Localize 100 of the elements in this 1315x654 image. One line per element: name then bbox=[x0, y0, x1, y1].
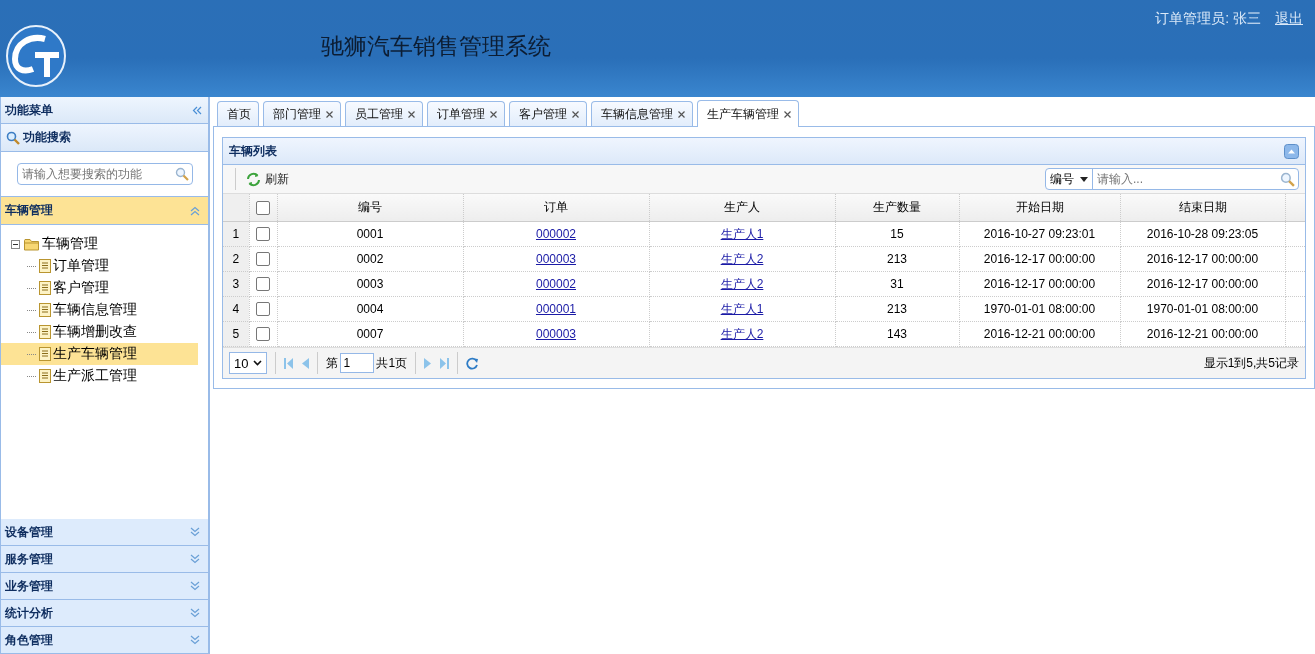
tab[interactable]: 生产车辆管理 bbox=[697, 100, 799, 127]
page-label: 第 bbox=[326, 354, 339, 372]
close-icon[interactable] bbox=[326, 110, 333, 118]
order-link[interactable]: 000002 bbox=[535, 277, 576, 291]
chevron-down-icon bbox=[190, 635, 200, 645]
producer-link[interactable]: 生产人1 bbox=[720, 301, 764, 316]
chevron-up-icon bbox=[190, 205, 200, 216]
page-size-select[interactable]: 10 bbox=[229, 352, 268, 374]
folder-icon bbox=[24, 237, 40, 251]
table-cell: 213 bbox=[835, 296, 959, 322]
order-link[interactable]: 000002 bbox=[535, 227, 576, 241]
column-header[interactable]: 编号 bbox=[277, 194, 463, 222]
table-cell: 2016-12-17 00:00:00 bbox=[959, 246, 1120, 272]
refresh-button[interactable]: 刷新 bbox=[244, 168, 291, 190]
order-link[interactable]: 000003 bbox=[535, 252, 576, 266]
producer-link[interactable]: 生产人2 bbox=[720, 251, 764, 266]
table-cell: 0007 bbox=[277, 321, 463, 347]
tree-item[interactable]: 车辆增删改查 bbox=[1, 321, 198, 343]
row-checkbox[interactable] bbox=[256, 327, 270, 342]
function-search-field[interactable]: 请输入想要搜索的功能 bbox=[16, 163, 193, 185]
tree-item[interactable]: 车辆管理 bbox=[1, 233, 198, 255]
row-number: 2 bbox=[223, 246, 249, 272]
table-cell: 2016-12-21 00:00:00 bbox=[959, 321, 1120, 347]
user-label: 订单管理员: 张三 bbox=[1155, 10, 1261, 28]
table-cell: 0001 bbox=[277, 221, 463, 247]
chevron-down-icon bbox=[190, 527, 200, 537]
accordion-header[interactable]: 统计分析 bbox=[1, 600, 208, 627]
search-icon[interactable] bbox=[1280, 171, 1295, 187]
table-cell: 15 bbox=[835, 221, 959, 247]
tree-item[interactable]: 车辆信息管理 bbox=[1, 299, 198, 321]
panel-title: 车辆列表 bbox=[229, 142, 277, 160]
chevron-down-icon bbox=[190, 554, 200, 564]
document-icon bbox=[39, 347, 51, 361]
table-cell: 0003 bbox=[277, 271, 463, 297]
tree-item[interactable]: 生产车辆管理 bbox=[1, 343, 198, 365]
order-link[interactable]: 000001 bbox=[535, 302, 576, 316]
search-section-title: 功能搜索 bbox=[23, 129, 71, 146]
row-number: 5 bbox=[223, 321, 249, 347]
column-header[interactable]: 生产数量 bbox=[835, 194, 959, 222]
producer-link[interactable]: 生产人2 bbox=[720, 326, 764, 341]
row-number: 4 bbox=[223, 296, 249, 322]
refresh-icon[interactable] bbox=[466, 356, 480, 370]
table-cell: 2016-12-17 00:00:00 bbox=[959, 271, 1120, 297]
page-number-field[interactable]: 1 bbox=[340, 353, 375, 373]
chevron-down-icon bbox=[190, 608, 200, 618]
row-checkbox[interactable] bbox=[256, 252, 270, 267]
sidebar-title: 功能菜单 bbox=[5, 101, 53, 119]
refresh-icon bbox=[246, 171, 261, 187]
chevron-down-icon bbox=[253, 360, 263, 366]
tab[interactable]: 订单管理 bbox=[427, 101, 505, 126]
grid-search-field[interactable]: 编号 请输入... bbox=[1045, 168, 1299, 190]
tab[interactable]: 车辆信息管理 bbox=[591, 101, 693, 126]
select-all-checkbox[interactable] bbox=[256, 200, 270, 215]
row-checkbox[interactable] bbox=[256, 302, 270, 317]
close-icon[interactable] bbox=[784, 110, 791, 118]
app-title: 驰狮汽车销售管理系统 bbox=[321, 33, 551, 61]
record-summary: 显示1到5,共5记录 bbox=[1203, 354, 1299, 372]
row-checkbox[interactable] bbox=[256, 277, 270, 292]
tab[interactable]: 部门管理 bbox=[263, 101, 341, 126]
close-icon[interactable] bbox=[572, 110, 579, 118]
document-icon bbox=[39, 303, 51, 317]
producer-link[interactable]: 生产人2 bbox=[720, 276, 764, 291]
logout-link[interactable]: 退出 bbox=[1275, 10, 1303, 28]
table-cell: 143 bbox=[835, 321, 959, 347]
search-icon bbox=[6, 130, 20, 145]
tab[interactable]: 员工管理 bbox=[345, 101, 423, 126]
producer-link[interactable]: 生产人1 bbox=[720, 226, 764, 241]
tab[interactable]: 首页 bbox=[217, 101, 259, 126]
column-header[interactable]: 开始日期 bbox=[959, 194, 1120, 222]
column-header[interactable]: 结束日期 bbox=[1120, 194, 1285, 222]
tree-item[interactable]: 客户管理 bbox=[1, 277, 198, 299]
table-cell: 0002 bbox=[277, 246, 463, 272]
accordion-header[interactable]: 车辆管理 bbox=[1, 197, 208, 225]
document-icon bbox=[39, 259, 51, 273]
logo-icon bbox=[5, 24, 67, 87]
accordion-header[interactable]: 设备管理 bbox=[1, 519, 208, 546]
table-cell: 31 bbox=[835, 271, 959, 297]
collapse-icon[interactable] bbox=[11, 239, 20, 249]
column-header[interactable]: 生产人 bbox=[649, 194, 835, 222]
row-checkbox[interactable] bbox=[256, 227, 270, 242]
accordion-header[interactable]: 服务管理 bbox=[1, 546, 208, 573]
chevron-down-icon bbox=[190, 581, 200, 591]
tree-item[interactable]: 生产派工管理 bbox=[1, 365, 198, 387]
accordion-header[interactable]: 业务管理 bbox=[1, 573, 208, 600]
close-icon[interactable] bbox=[678, 110, 685, 118]
page-count: 共1页 bbox=[376, 354, 408, 372]
column-header[interactable]: 订单 bbox=[463, 194, 649, 222]
table-cell: 213 bbox=[835, 246, 959, 272]
table-cell: 1970-01-01 08:00:00 bbox=[959, 296, 1120, 322]
document-icon bbox=[39, 281, 51, 295]
accordion-header[interactable]: 角色管理 bbox=[1, 627, 208, 654]
close-icon[interactable] bbox=[490, 110, 497, 118]
dropdown-arrow-icon bbox=[1080, 176, 1088, 182]
document-icon bbox=[39, 325, 51, 339]
table-cell: 2016-10-27 09:23:01 bbox=[959, 221, 1120, 247]
tree-item[interactable]: 订单管理 bbox=[1, 255, 198, 277]
order-link[interactable]: 000003 bbox=[535, 327, 576, 341]
tab[interactable]: 客户管理 bbox=[509, 101, 587, 126]
close-icon[interactable] bbox=[408, 110, 415, 118]
table-cell: 0004 bbox=[277, 296, 463, 322]
